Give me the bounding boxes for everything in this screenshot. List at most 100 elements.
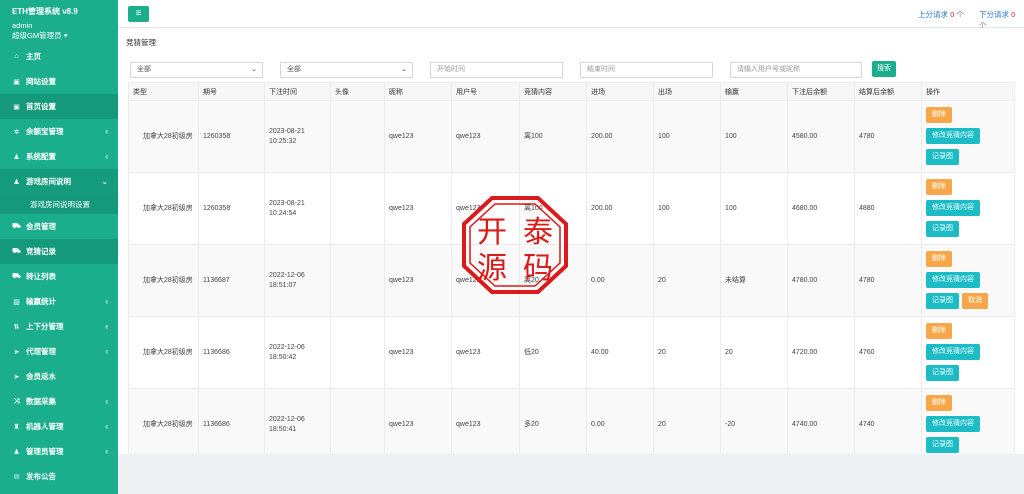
- room-type-select[interactable]: 全部 ⌄: [130, 62, 263, 78]
- bet-records-table: 类型 期号 下注时间 头像 昵称 用户号 竞猜内容 进场 出场 输赢 下注后余额 结算后余额 操作 加拿…: [128, 82, 1015, 461]
- sidebar-item-11[interactable]: ⇅ 上下分管理 ‹: [0, 314, 118, 339]
- cell-userid: qwe123: [451, 388, 520, 461]
- sidebar-item-16[interactable]: ♟ 管理员管理 ‹: [0, 439, 118, 464]
- action-line: 记录图: [926, 435, 1014, 456]
- sidebar-item-13[interactable]: ➤ 会员返水: [0, 364, 118, 389]
- sidebar-item-5[interactable]: ♟ 游戏房间说明 ⌄: [0, 169, 118, 194]
- cell-exit: 20: [653, 388, 721, 461]
- time-clock: 18:51:07: [269, 281, 297, 289]
- cell-time: 2022-12-06 18:50:41: [264, 388, 331, 461]
- cell-actions: 删除修改竞猜内容 记录图: [921, 172, 1015, 245]
- cell-time: 2022-12-06 18:51:07: [264, 244, 331, 317]
- up-request-link[interactable]: 上分请求 0 个: [918, 9, 964, 20]
- cancel-button[interactable]: 取消: [962, 293, 988, 309]
- sidebar-item-15[interactable]: ♜ 机器人管理 ‹: [0, 414, 118, 439]
- sidebar-item-17[interactable]: ✉ 发布公告: [0, 464, 118, 489]
- watermark-char: 泰: [523, 215, 553, 250]
- sidebar-item-10[interactable]: ▥ 输赢统计 ‹: [0, 289, 118, 314]
- user-search-input[interactable]: 请输入用户号或昵称: [730, 62, 862, 78]
- action-line: 删除: [926, 321, 1014, 342]
- cell-avatar: [330, 244, 385, 317]
- column-header: 结算后余额: [854, 82, 922, 101]
- action-line: 记录图 取消: [926, 291, 1014, 312]
- watermark-char: 码: [523, 251, 553, 286]
- status-select[interactable]: 全部 ⌄: [280, 62, 413, 78]
- up-request-unit: 个: [956, 10, 964, 19]
- sidebar-item-9[interactable]: ⛟ 转让列表: [0, 264, 118, 289]
- delete-button[interactable]: 删除: [926, 107, 952, 123]
- action-line: 删除: [926, 393, 1014, 414]
- user-icon: ♟: [13, 448, 20, 456]
- sidebar-item-7[interactable]: ⛟ 会员管理: [0, 214, 118, 239]
- watermark-char: 源: [477, 251, 507, 286]
- time-clock: 18:50:42: [269, 353, 297, 361]
- cell-winloss: 100: [720, 100, 788, 173]
- cell-entry: 200.00: [586, 100, 654, 173]
- top-bar: ≡ 上分请求 0 个 下分请求 0 个: [118, 0, 1024, 30]
- modify-bet-button[interactable]: 修改竞猜内容: [926, 272, 980, 288]
- time-date: 2022-12-06: [269, 415, 305, 423]
- sidebar-item-label: 首页设置: [26, 102, 56, 111]
- delete-button[interactable]: 删除: [926, 251, 952, 267]
- record-chart-button[interactable]: 记录图: [926, 437, 959, 453]
- table-row: 加拿大28初级房 1136686 2022-12-06 18:50:42 qwe123 q…: [128, 316, 1015, 389]
- record-chart-button[interactable]: 记录图: [926, 221, 959, 237]
- modify-bet-button[interactable]: 修改竞猜内容: [926, 200, 980, 216]
- table-row: 加拿大28初级房 1136686 2022-12-06 18:50:41 qwe123 q…: [128, 388, 1015, 461]
- sidebar-item-2[interactable]: ▣ 首页设置: [0, 94, 118, 119]
- user-icon: ♟: [13, 178, 20, 186]
- end-time-input[interactable]: 结束时间: [580, 62, 713, 78]
- user-role-dropdown[interactable]: 超级GM管理员 ▾: [12, 31, 110, 41]
- chevron-left-icon: ‹: [105, 397, 108, 406]
- cell-nickname: qwe123: [384, 316, 452, 389]
- cell-winloss: -20: [720, 388, 788, 461]
- sidebar-item-3[interactable]: ✲ 余额宝管理 ‹: [0, 119, 118, 144]
- cell-time: 2023-08-21 10:25:32: [264, 100, 331, 173]
- modify-bet-button[interactable]: 修改竞猜内容: [926, 344, 980, 360]
- search-button[interactable]: 搜索: [872, 61, 896, 77]
- action-line: 删除: [926, 177, 1014, 198]
- delete-button[interactable]: 删除: [926, 395, 952, 411]
- home-icon: ⌂: [14, 53, 19, 60]
- watermark-char: 开: [477, 215, 507, 250]
- sidebar-item-1[interactable]: ▣ 网站设置: [0, 69, 118, 94]
- main-content: 竞猜管理 全部 ⌄ 全部 ⌄ 开始时间 结束时间 请输入用户号或昵称 搜索 类型…: [118, 28, 1024, 461]
- sidebar-item-label: 网站设置: [26, 77, 56, 86]
- cell-type: 加拿大28初级房: [128, 316, 199, 389]
- cell-type: 加拿大28初级房: [128, 388, 199, 461]
- record-chart-button[interactable]: 记录图: [926, 365, 959, 381]
- cell-userid: qwe123: [451, 100, 520, 173]
- sidebar-item-14[interactable]: ⤨ 数据采集 ‹: [0, 389, 118, 414]
- sidebar-item-0[interactable]: ⌂ 主页: [0, 44, 118, 69]
- record-chart-button[interactable]: 记录图: [926, 293, 959, 309]
- chevron-down-icon: ⌄: [101, 177, 108, 186]
- start-time-input[interactable]: 开始时间: [430, 62, 563, 78]
- sidebar-item-4[interactable]: ♟ 系统配置 ‹: [0, 144, 118, 169]
- cell-actions: 删除修改竞猜内容 记录图: [921, 388, 1015, 461]
- sidebar-item-6[interactable]: 游戏房间说明设置: [0, 194, 118, 214]
- record-chart-button[interactable]: 记录图: [926, 149, 959, 165]
- delete-button[interactable]: 删除: [926, 323, 952, 339]
- action-line: 修改竞猜内容: [926, 198, 1014, 219]
- sidebar-item-8[interactable]: ⛟ 竞猜记录: [0, 239, 118, 264]
- modify-bet-button[interactable]: 修改竞猜内容: [926, 128, 980, 144]
- modify-bet-button[interactable]: 修改竞猜内容: [926, 416, 980, 432]
- sidebar-item-label: 数据采集: [26, 397, 56, 406]
- sidebar-item-label: 游戏房间说明设置: [30, 199, 90, 209]
- cell-bal_after_settle: 4780: [854, 100, 922, 173]
- cell-actions: 删除修改竞猜内容 记录图: [921, 100, 1015, 173]
- car-icon: ⛟: [12, 223, 21, 230]
- action-line: 记录图: [926, 147, 1014, 168]
- delete-button[interactable]: 删除: [926, 179, 952, 195]
- time-date: 2023-08-21: [269, 127, 305, 135]
- cell-actions: 删除修改竞猜内容 记录图: [921, 316, 1015, 389]
- cell-entry: 200.00: [586, 172, 654, 245]
- menu-toggle-button[interactable]: ≡: [128, 6, 149, 22]
- chevron-down-icon: ⌄: [251, 66, 257, 73]
- time-date: 2022-12-06: [269, 343, 305, 351]
- column-header: 期号: [198, 82, 265, 101]
- hamburger-icon: ≡: [135, 8, 142, 19]
- cell-nickname: qwe123: [384, 172, 452, 245]
- column-header: 昵称: [384, 82, 452, 101]
- sidebar-item-12[interactable]: ➤ 代理管理 ‹: [0, 339, 118, 364]
